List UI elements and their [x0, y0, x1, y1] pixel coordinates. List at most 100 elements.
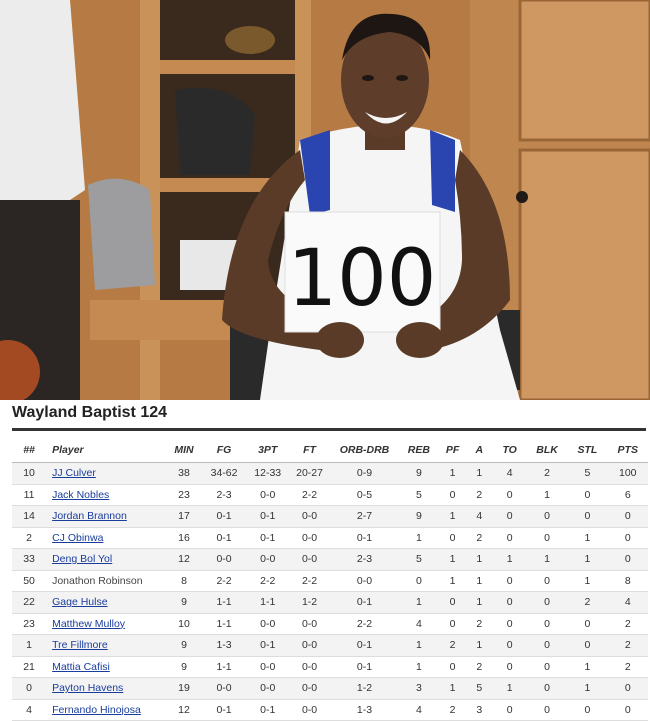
- player-link[interactable]: Jack Nobles: [52, 489, 109, 501]
- col-header: A: [466, 438, 493, 463]
- stat-cell-num: 21: [12, 656, 47, 678]
- player-link[interactable]: Gage Hulse: [52, 596, 107, 608]
- stat-cell-blk: 0: [526, 505, 568, 528]
- stat-cell-pf: 2: [439, 634, 467, 657]
- col-header: REB: [398, 438, 440, 463]
- col-header: TO: [492, 438, 527, 463]
- box-score-table: ## Player MIN FG 3PT FT ORB-DRB REB PF A…: [12, 438, 648, 721]
- stat-cell-reb: 0: [398, 570, 440, 592]
- player-link[interactable]: Matthew Mulloy: [52, 618, 125, 630]
- stat-cell-a: 1: [466, 570, 493, 592]
- stat-cell-to: 0: [492, 699, 527, 721]
- stat-cell-pf: 0: [439, 527, 467, 549]
- stat-cell-ft: 1-2: [288, 591, 331, 614]
- stat-cell-num: 1: [12, 634, 47, 657]
- stat-cell-pts: 0: [607, 527, 648, 549]
- header-row: ## Player MIN FG 3PT FT ORB-DRB REB PF A…: [12, 438, 648, 463]
- table-row: 1 Tre Fillmore 9 1-3 0-1 0-0 0-1 1 2 1 0 0 0 2: [12, 634, 648, 657]
- stat-cell-tpt: 0-0: [246, 656, 289, 678]
- stat-cell-tpt: 0-1: [246, 634, 289, 657]
- stat-cell-stl: 1: [567, 527, 608, 549]
- stat-cell-a: 1: [466, 634, 493, 657]
- stat-cell-min: 23: [166, 484, 202, 506]
- stat-cell-fg: 1-3: [201, 634, 247, 657]
- stat-cell-blk: 0: [526, 699, 568, 721]
- stat-cell-stl: 0: [567, 613, 608, 635]
- stat-cell-min: 10: [166, 613, 202, 635]
- stat-cell-num: 33: [12, 548, 47, 571]
- col-header: FG: [201, 438, 247, 463]
- stat-cell-pts: 6: [607, 484, 648, 506]
- stat-cell-min: 8: [166, 570, 202, 592]
- player-link[interactable]: Jordan Brannon: [52, 510, 127, 522]
- player-cell: Fernando Hinojosa: [46, 699, 167, 721]
- player-name: Jonathon Robinson: [52, 574, 143, 587]
- player-link[interactable]: Tre Fillmore: [52, 639, 108, 651]
- stat-cell-reb: 1: [398, 591, 440, 614]
- stat-cell-pf: 1: [439, 677, 467, 700]
- stat-cell-to: 4: [492, 462, 527, 485]
- stat-cell-reb: 5: [398, 484, 440, 506]
- stat-cell-reb: 9: [398, 505, 440, 528]
- stat-cell-orbdrb: 0-1: [330, 527, 399, 549]
- player-link[interactable]: Payton Havens: [52, 682, 123, 694]
- stat-cell-a: 1: [466, 462, 493, 485]
- stat-cell-tpt: 0-1: [246, 527, 289, 549]
- col-header: MIN: [166, 438, 202, 463]
- stat-cell-tpt: 1-1: [246, 591, 289, 614]
- stat-cell-num: 22: [12, 591, 47, 614]
- stat-cell-reb: 9: [398, 462, 440, 485]
- stat-cell-pf: 1: [439, 462, 467, 485]
- stat-cell-num: 14: [12, 505, 47, 528]
- stat-cell-blk: 0: [526, 591, 568, 614]
- player-link[interactable]: Mattia Cafisi: [52, 661, 110, 673]
- player-cell: Jonathon Robinson: [46, 570, 167, 592]
- stat-cell-tpt: 0-0: [246, 484, 289, 506]
- stat-cell-tpt: 0-1: [246, 505, 289, 528]
- stat-cell-pts: 2: [607, 613, 648, 635]
- stat-cell-fg: 0-0: [201, 677, 247, 700]
- stat-cell-a: 5: [466, 677, 493, 700]
- stat-cell-orbdrb: 0-9: [330, 462, 399, 485]
- stat-cell-a: 2: [466, 484, 493, 506]
- stat-cell-stl: 0: [567, 484, 608, 506]
- col-header: ORB-DRB: [330, 438, 399, 463]
- stat-cell-reb: 3: [398, 677, 440, 700]
- stat-cell-num: 10: [12, 462, 47, 485]
- stat-cell-num: 0: [12, 677, 47, 700]
- stat-cell-stl: 2: [567, 591, 608, 614]
- col-header: Player: [46, 438, 167, 463]
- stat-cell-a: 2: [466, 656, 493, 678]
- table-row: 21 Mattia Cafisi 9 1-1 0-0 0-0 0-1 1 0 2 0 0 1 2: [12, 656, 648, 678]
- table-row: 23 Matthew Mulloy 10 1-1 0-0 0-0 2-2 4 0 2 0 0 0 2: [12, 613, 648, 635]
- stat-cell-stl: 1: [567, 656, 608, 678]
- player-link[interactable]: CJ Obinwa: [52, 532, 103, 544]
- stat-cell-min: 17: [166, 505, 202, 528]
- stat-cell-blk: 0: [526, 634, 568, 657]
- player-link[interactable]: Deng Bol Yol: [52, 553, 112, 565]
- stat-cell-pts: 0: [607, 548, 648, 571]
- stat-cell-pf: 1: [439, 570, 467, 592]
- stat-cell-to: 0: [492, 570, 527, 592]
- stat-cell-ft: 0-0: [288, 613, 331, 635]
- stat-cell-orbdrb: 2-7: [330, 505, 399, 528]
- player-cell: Mattia Cafisi: [46, 656, 167, 678]
- col-header: BLK: [526, 438, 568, 463]
- stat-cell-pf: 1: [439, 548, 467, 571]
- stat-cell-pf: 0: [439, 484, 467, 506]
- table-row: 50 Jonathon Robinson 8 2-2 2-2 2-2 0-0 0 1 1 0 0 1 8: [12, 570, 648, 592]
- stat-cell-pts: 100: [607, 462, 648, 485]
- stat-cell-orbdrb: 2-3: [330, 548, 399, 571]
- player-link[interactable]: JJ Culver: [52, 467, 96, 479]
- stat-cell-min: 12: [166, 548, 202, 571]
- stat-cell-reb: 4: [398, 699, 440, 721]
- team-title: Wayland Baptist 124: [12, 404, 168, 421]
- stat-cell-fg: 0-1: [201, 505, 247, 528]
- stat-cell-to: 0: [492, 656, 527, 678]
- stat-cell-orbdrb: 0-0: [330, 570, 399, 592]
- stat-cell-ft: 0-0: [288, 656, 331, 678]
- player-link[interactable]: Fernando Hinojosa: [52, 704, 141, 716]
- player-cell: Jordan Brannon: [46, 505, 167, 528]
- stat-cell-ft: 2-2: [288, 484, 331, 506]
- stat-cell-tpt: 0-0: [246, 548, 289, 571]
